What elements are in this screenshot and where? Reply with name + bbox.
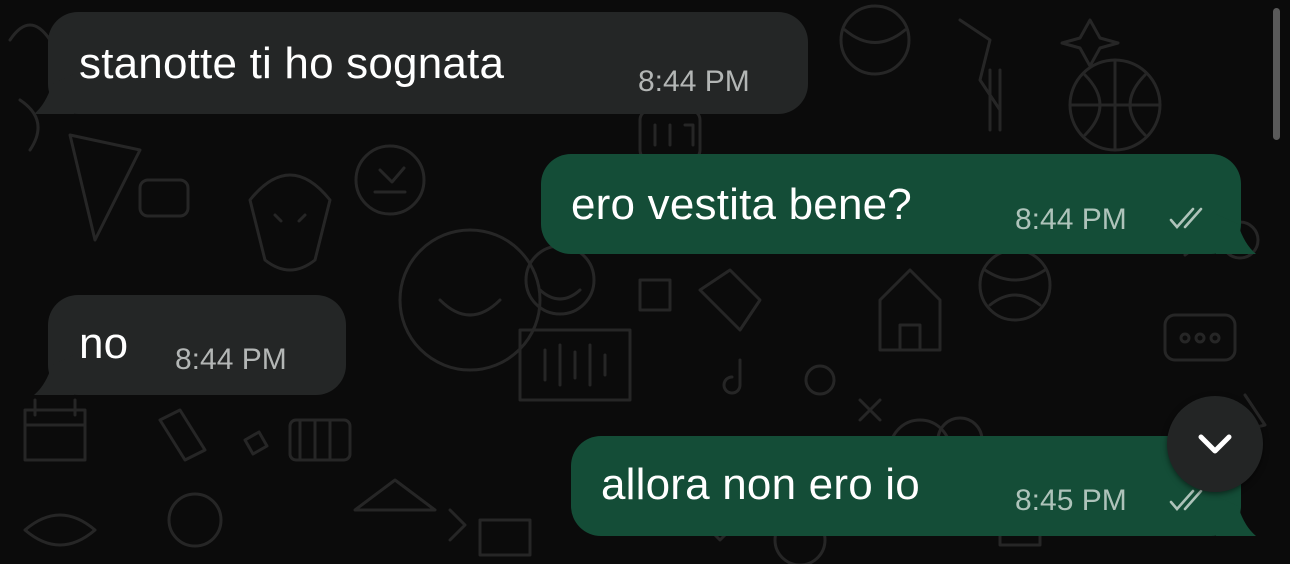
chevron-down-icon — [1198, 434, 1232, 454]
message-bubble-outgoing[interactable]: ero vestita bene? 8:44 PM — [541, 154, 1241, 254]
bubble-tail-incoming — [34, 355, 74, 395]
message-bubble-incoming[interactable]: stanotte ti ho sognata 8:44 PM — [48, 12, 808, 114]
message-text: ero vestita bene? — [571, 180, 912, 229]
read-receipt-icon — [1169, 207, 1203, 229]
message-text: stanotte ti ho sognata — [79, 39, 505, 88]
message-text: no — [79, 319, 129, 368]
message-bubble-outgoing[interactable]: allora non ero io 8:45 PM — [571, 436, 1241, 536]
chat-view[interactable]: stanotte ti ho sognata 8:44 PM ero vesti… — [0, 0, 1290, 564]
bubble-tail-incoming — [34, 74, 74, 114]
message-time: 8:44 PM — [1015, 203, 1127, 236]
message-time: 8:44 PM — [638, 65, 750, 98]
bubble-tail-outgoing — [1216, 214, 1256, 254]
scroll-to-bottom-button[interactable] — [1167, 396, 1263, 492]
message-bubble-incoming[interactable]: no 8:44 PM — [48, 295, 346, 395]
message-time: 8:44 PM — [175, 343, 287, 376]
message-time: 8:45 PM — [1015, 484, 1127, 517]
message-text: allora non ero io — [601, 460, 920, 509]
scrollbar-thumb[interactable] — [1273, 8, 1280, 140]
bubble-tail-outgoing — [1216, 496, 1256, 536]
